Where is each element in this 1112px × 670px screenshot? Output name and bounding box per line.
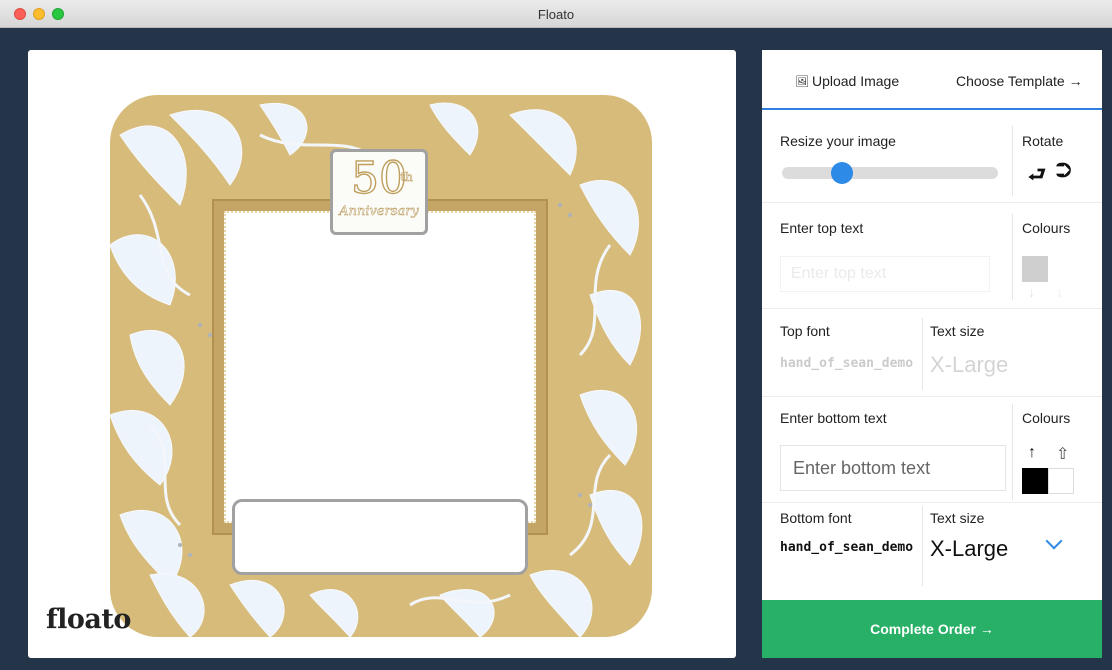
float-design-preview[interactable]: 50th Anniversary — [110, 95, 652, 637]
divider — [1012, 214, 1013, 300]
bottom-text-plate[interactable] — [232, 499, 528, 575]
image-icon: 🖼 — [795, 75, 809, 88]
tab-upload-label: Upload Image — [811, 73, 900, 89]
tab-choose-template[interactable]: Choose Template → — [956, 73, 1083, 89]
editor-tabs: 🖼 Upload Image Choose Template → — [762, 50, 1102, 110]
bottom-text-size-label: Text size — [930, 510, 985, 526]
top-text-label: Enter top text — [780, 220, 864, 236]
design-canvas: 50th Anniversary floato — [28, 50, 736, 658]
bottom-text-input[interactable] — [780, 445, 1006, 491]
divider — [762, 502, 1102, 503]
photo-area[interactable] — [224, 211, 536, 523]
top-text-colour-swatch[interactable] — [1022, 256, 1048, 282]
bottom-text-size-select[interactable]: X-Large — [930, 536, 1008, 562]
resize-label: Resize your image — [780, 133, 896, 149]
bottom-text-label: Enter bottom text — [780, 410, 887, 426]
anniversary-badge: 50th Anniversary — [330, 149, 428, 235]
complete-order-button[interactable]: Complete Order → — [762, 600, 1102, 658]
arrow-up-outline-icon[interactable]: ⇧ — [1056, 444, 1069, 464]
badge-word: Anniversary — [339, 204, 419, 220]
tab-template-label: Choose Template → — [956, 73, 1083, 89]
floato-logo: floato — [46, 604, 131, 635]
bottom-text-colour-swatch-white[interactable] — [1048, 468, 1074, 494]
divider — [922, 318, 923, 390]
window-titlebar: Floato — [0, 0, 1112, 28]
photo-frame — [212, 199, 548, 535]
arrow-up-icon[interactable]: ↑ — [1028, 444, 1036, 462]
top-text-input[interactable] — [780, 256, 990, 292]
rotate-left-icon[interactable]: ⮐ — [1028, 160, 1046, 194]
top-font-select[interactable]: hand_of_sean_demo — [780, 356, 920, 371]
bottom-font-label: Bottom font — [780, 510, 852, 526]
top-text-size-label: Text size — [930, 323, 985, 339]
chevron-down-icon[interactable] — [1045, 532, 1063, 550]
divider — [762, 308, 1102, 309]
editor-panel: 🖼 Upload Image Choose Template → Resize … — [762, 50, 1102, 658]
resize-slider-thumb[interactable] — [830, 162, 853, 184]
divider — [922, 506, 923, 586]
arrow-down-icon[interactable]: ↓ — [1028, 284, 1035, 300]
bottom-text-colour-swatch-black[interactable] — [1022, 468, 1048, 494]
top-font-label: Top font — [780, 323, 830, 339]
rotate-label: Rotate — [1022, 133, 1064, 149]
divider — [762, 396, 1102, 397]
resize-slider[interactable] — [782, 162, 998, 184]
tab-upload-image[interactable]: 🖼 Upload Image — [795, 73, 899, 89]
top-text-size-select[interactable]: X-Large — [930, 352, 1008, 378]
arrow-down-icon[interactable]: ↓ — [1056, 284, 1063, 300]
badge-number: 50th — [333, 153, 425, 204]
bottom-font-select[interactable]: hand_of_sean_demo — [780, 540, 920, 555]
divider — [1012, 404, 1013, 500]
rotate-right-icon[interactable]: ⮊ — [1056, 160, 1071, 183]
badge-number-text: 50 — [350, 153, 407, 204]
badge-suffix: th — [400, 170, 413, 185]
divider — [1012, 126, 1013, 196]
bottom-colours-label: Colours — [1022, 410, 1071, 426]
top-colours-label: Colours — [1022, 220, 1071, 236]
divider — [762, 202, 1102, 203]
window-title: Floato — [537, 7, 575, 22]
